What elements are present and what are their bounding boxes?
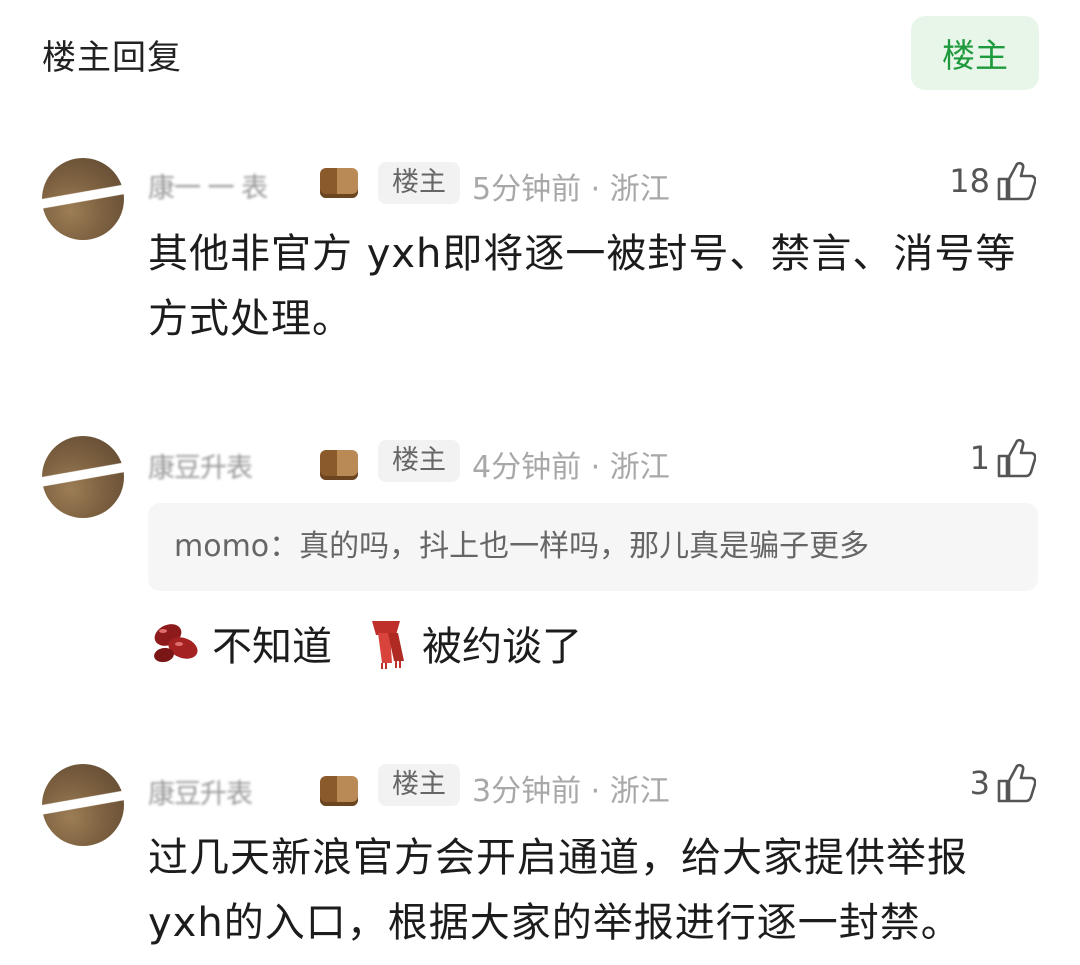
like-control[interactable]: 3 xyxy=(970,762,1036,804)
commenter-name[interactable]: 康豆升表 xyxy=(148,446,253,485)
thumbs-up-icon[interactable] xyxy=(996,762,1036,804)
page-title: 楼主回复 xyxy=(42,38,182,78)
box-emoji-icon xyxy=(320,168,358,198)
op-only-filter-button[interactable]: 楼主 xyxy=(911,16,1039,90)
comment-text: 其他非官方 yxh即将逐一被封号、禁言、消号等方式处理。 xyxy=(148,231,1017,342)
box-emoji-icon xyxy=(320,776,358,806)
like-control[interactable]: 18 xyxy=(949,160,1036,202)
thumbs-up-icon[interactable] xyxy=(996,160,1036,202)
comment-meta: 3分钟前 · 浙江 xyxy=(472,774,670,809)
comment-meta: 5分钟前 · 浙江 xyxy=(472,172,670,207)
op-badge: 楼主 xyxy=(378,440,460,482)
like-count: 3 xyxy=(969,764,990,802)
avatar[interactable] xyxy=(42,158,124,240)
commenter-name[interactable]: 康豆升表 xyxy=(148,772,253,811)
avatar[interactable] xyxy=(42,764,124,846)
op-badge: 楼主 xyxy=(378,162,460,204)
reaction-text: 被约谈了 xyxy=(422,624,582,670)
scarf-emoji-icon xyxy=(372,621,404,669)
reaction-text: 不知道 xyxy=(212,624,332,670)
box-emoji-icon xyxy=(320,450,358,480)
quoted-reply[interactable]: momo：真的吗，抖上也一样吗，那儿真是骗子更多 xyxy=(148,503,1038,591)
comment-meta: 4分钟前 · 浙江 xyxy=(472,450,670,485)
avatar[interactable] xyxy=(42,436,124,518)
comment-text: 不知道 被约谈了 xyxy=(148,614,582,672)
like-control[interactable]: 1 xyxy=(970,437,1036,479)
like-count: 18 xyxy=(949,162,990,200)
red-beans-emoji-icon xyxy=(154,624,198,663)
thumbs-up-icon[interactable] xyxy=(996,437,1036,479)
like-count: 1 xyxy=(969,439,990,477)
comment-text: 过几天新浪官方会开启通道，给大家提供举报yxh的入口，根据大家的举报进行逐一封禁… xyxy=(148,835,968,946)
op-badge: 楼主 xyxy=(378,764,460,806)
commenter-name[interactable]: 康一 一 表 xyxy=(148,166,268,205)
